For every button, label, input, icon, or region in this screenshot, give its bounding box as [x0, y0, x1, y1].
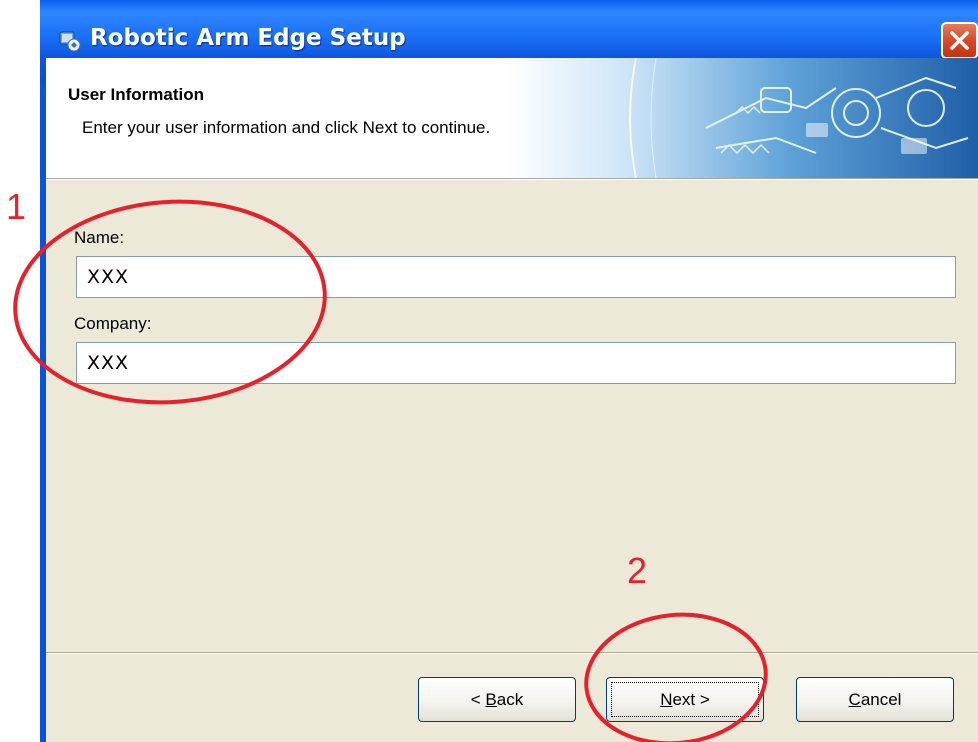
robotic-arm-illustration: [506, 58, 978, 178]
company-input[interactable]: [76, 342, 956, 384]
focus-ring: [611, 682, 759, 717]
company-label: Company:: [74, 314, 152, 333]
close-button[interactable]: [941, 22, 978, 59]
next-button[interactable]: Next >: [606, 677, 764, 722]
close-icon: [950, 31, 969, 50]
back-button[interactable]: < Back: [418, 677, 576, 722]
back-button-accesskey: B: [485, 690, 497, 709]
name-input[interactable]: [76, 256, 956, 298]
page-title: User Information: [68, 85, 205, 104]
annotation-step-1: 1: [6, 186, 27, 227]
cancel-button-label: ancel: [860, 690, 902, 709]
setup-icon: [59, 31, 81, 52]
window-title: Robotic Arm Edge Setup: [90, 25, 406, 51]
header-banner: User Information Enter your user informa…: [46, 58, 978, 179]
cancel-button-accesskey: C: [848, 690, 861, 709]
cancel-button[interactable]: Cancel: [796, 677, 954, 722]
banner-divider: [46, 179, 978, 180]
annotation-step-2: 2: [627, 550, 648, 591]
page-subtitle: Enter your user information and click Ne…: [82, 118, 491, 137]
back-button-label: ack: [496, 690, 524, 709]
setup-window: Robotic Arm Edge Setup User Information …: [40, 0, 978, 742]
dialog-client-area: User Information Enter your user informa…: [46, 58, 978, 742]
name-label: Name:: [74, 228, 125, 247]
footer-divider-highlight: [46, 653, 978, 654]
back-button-prefix: <: [470, 690, 486, 709]
